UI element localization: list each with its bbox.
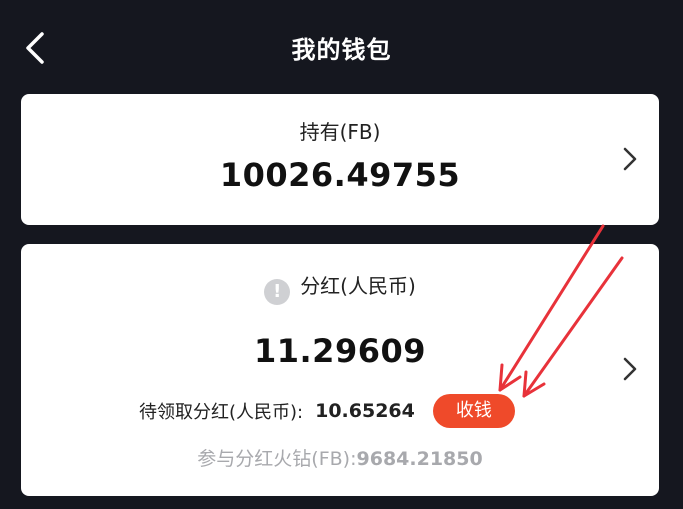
dividend-card[interactable]: ! 分红(人民币) 11.29609 待领取分红(人民币): 10.65264 收… <box>21 244 659 496</box>
dividend-value: 11.29609 <box>253 332 426 370</box>
holdings-card[interactable]: 持有(FB) 10026.49755 <box>21 94 659 225</box>
pending-dividend-value: 10.65264 <box>315 400 415 422</box>
participating-fb-label: 参与分红火钻(FB): <box>197 448 357 470</box>
holdings-value: 10026.49755 <box>219 156 461 194</box>
info-icon[interactable]: ! <box>264 279 291 305</box>
dividend-label-row: ! 分红(人民币) <box>21 270 659 305</box>
pending-dividend-row: 待领取分红(人民币): 10.65264 收钱 <box>139 394 515 428</box>
chevron-right-icon <box>621 356 639 382</box>
participating-fb-row: 参与分红火钻(FB):9684.21850 <box>21 444 659 471</box>
pending-dividend-label: 待领取分红(人民币): <box>139 402 304 423</box>
chevron-right-icon <box>621 146 639 172</box>
header: 我的钱包 <box>0 0 683 92</box>
collect-button[interactable]: 收钱 <box>432 394 515 428</box>
holdings-label: 持有(FB) <box>299 120 381 144</box>
dividend-label: 分红(人民币) <box>300 274 416 298</box>
page-title: 我的钱包 <box>291 36 392 64</box>
participating-fb-value: 9684.21850 <box>356 448 483 470</box>
